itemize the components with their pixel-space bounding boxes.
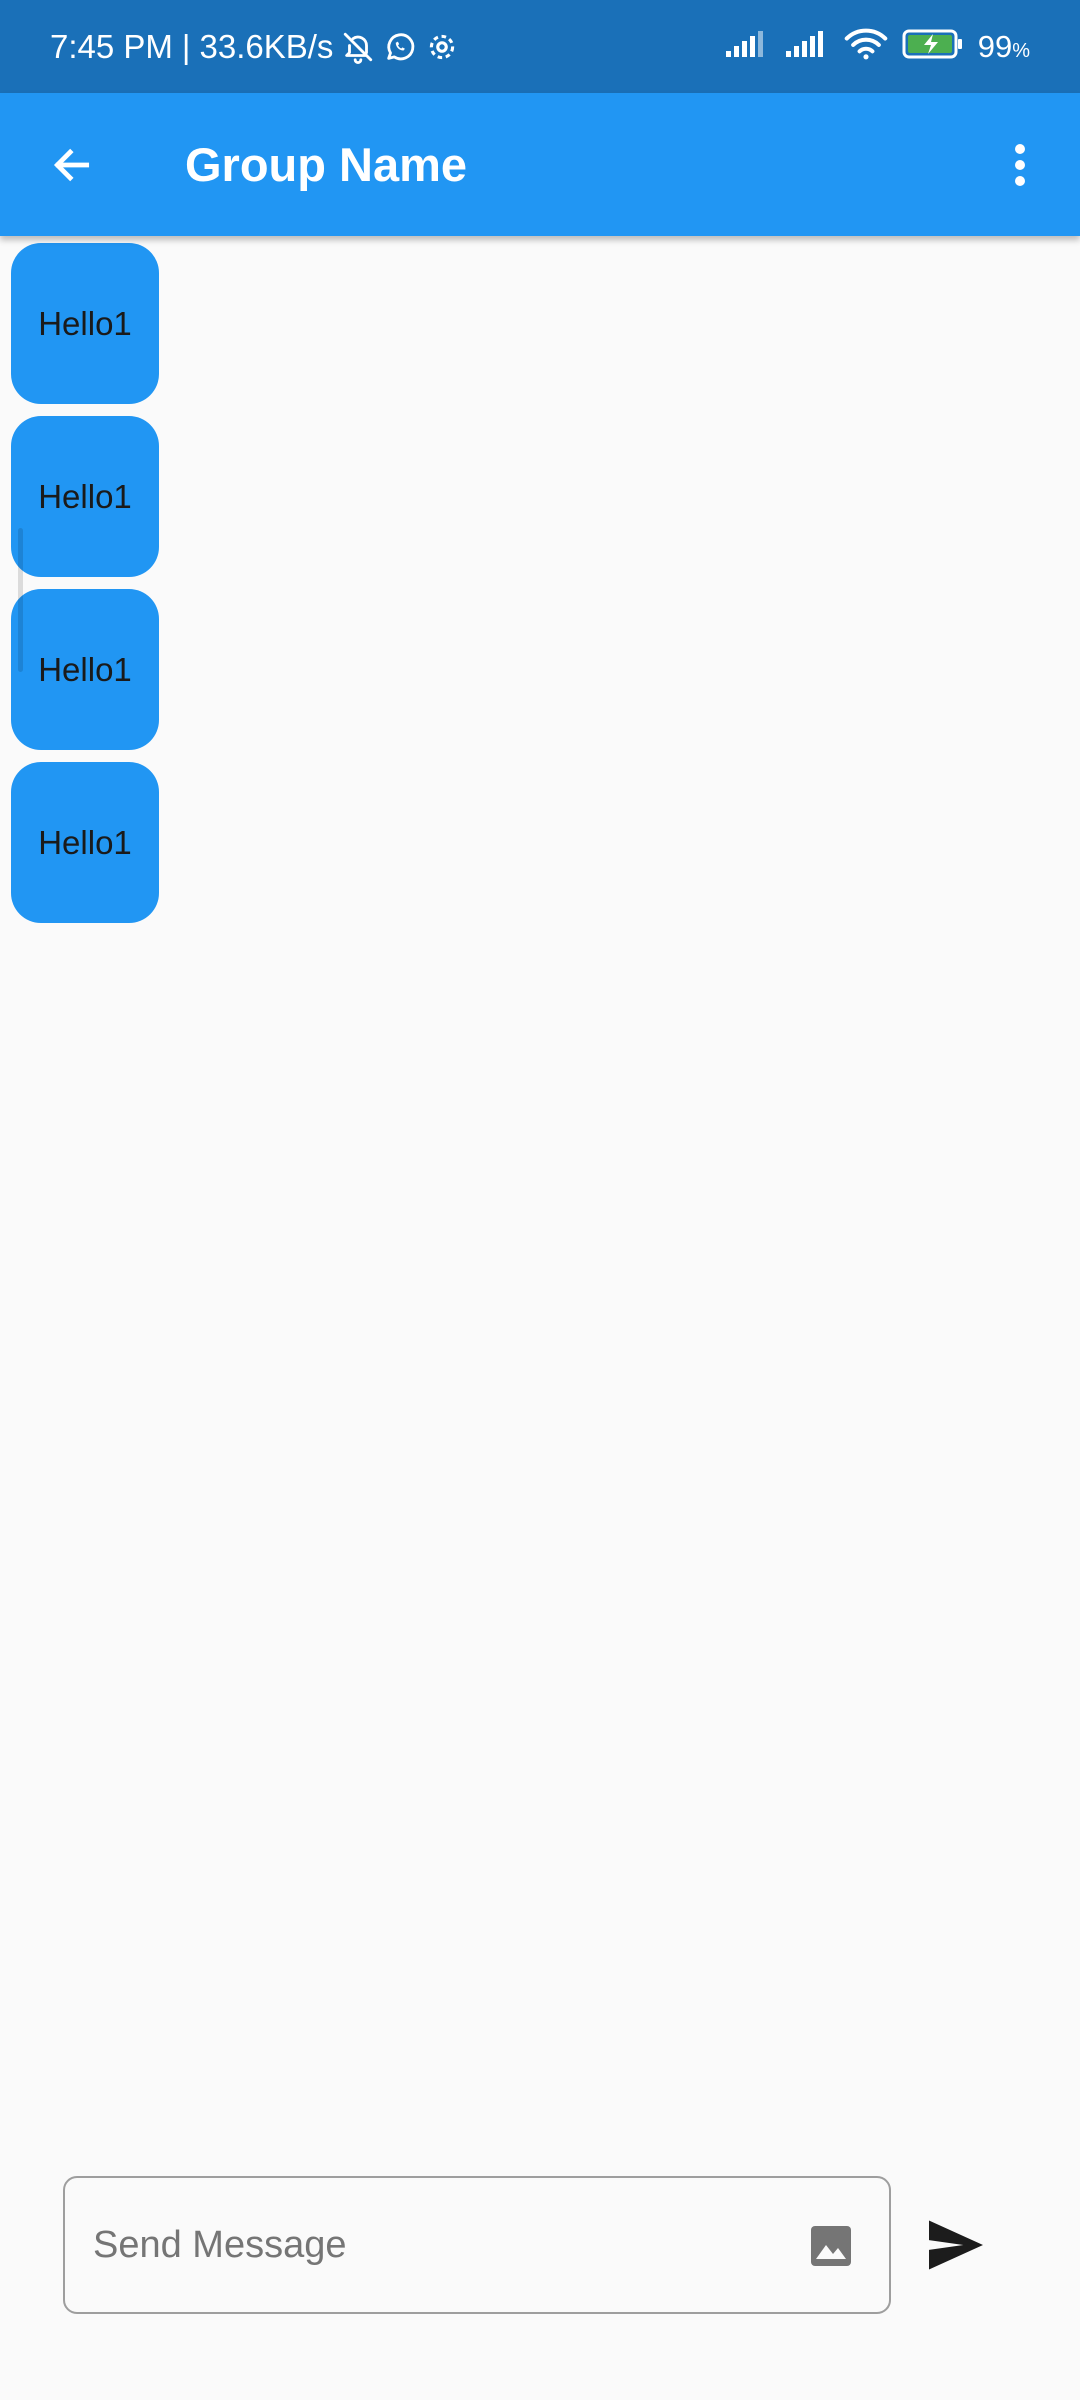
more-options-button[interactable] — [984, 129, 1056, 201]
signal-icon — [724, 29, 770, 64]
signal-icon — [784, 29, 830, 64]
app-bar: Group Name — [0, 93, 1080, 236]
message-input[interactable] — [93, 2178, 753, 2312]
battery-percent: 99% — [977, 28, 1030, 64]
arrow-left-icon — [53, 148, 90, 182]
status-time: 7:45 PM — [50, 27, 173, 65]
wifi-icon — [844, 27, 888, 66]
status-bar: 7:45 PM | 33.6KB/s 99% — [0, 0, 1080, 93]
message-bubble: Hello1 — [11, 243, 159, 404]
whatsapp-icon — [383, 30, 417, 64]
more-vert-icon — [1015, 144, 1025, 186]
image-icon — [811, 2226, 851, 2266]
bell-off-icon — [341, 29, 375, 65]
scrollbar[interactable] — [18, 528, 23, 672]
send-icon — [929, 2220, 983, 2270]
status-net-speed: 33.6KB/s — [199, 27, 334, 65]
message-bubble: Hello1 — [11, 589, 159, 750]
send-button[interactable] — [918, 2210, 994, 2280]
status-right: 99% — [724, 0, 1030, 93]
status-left: 7:45 PM | 33.6KB/s — [50, 0, 459, 93]
back-button[interactable] — [36, 129, 108, 201]
battery-charging-icon — [902, 28, 964, 65]
status-separator: | — [181, 27, 191, 65]
message-composer — [63, 2176, 891, 2314]
message-bubble: Hello1 — [11, 416, 159, 577]
attach-image-button[interactable] — [803, 2218, 859, 2274]
settings-icon — [425, 30, 459, 64]
message-bubble: Hello1 — [11, 762, 159, 923]
page-title: Group Name — [185, 138, 468, 191]
